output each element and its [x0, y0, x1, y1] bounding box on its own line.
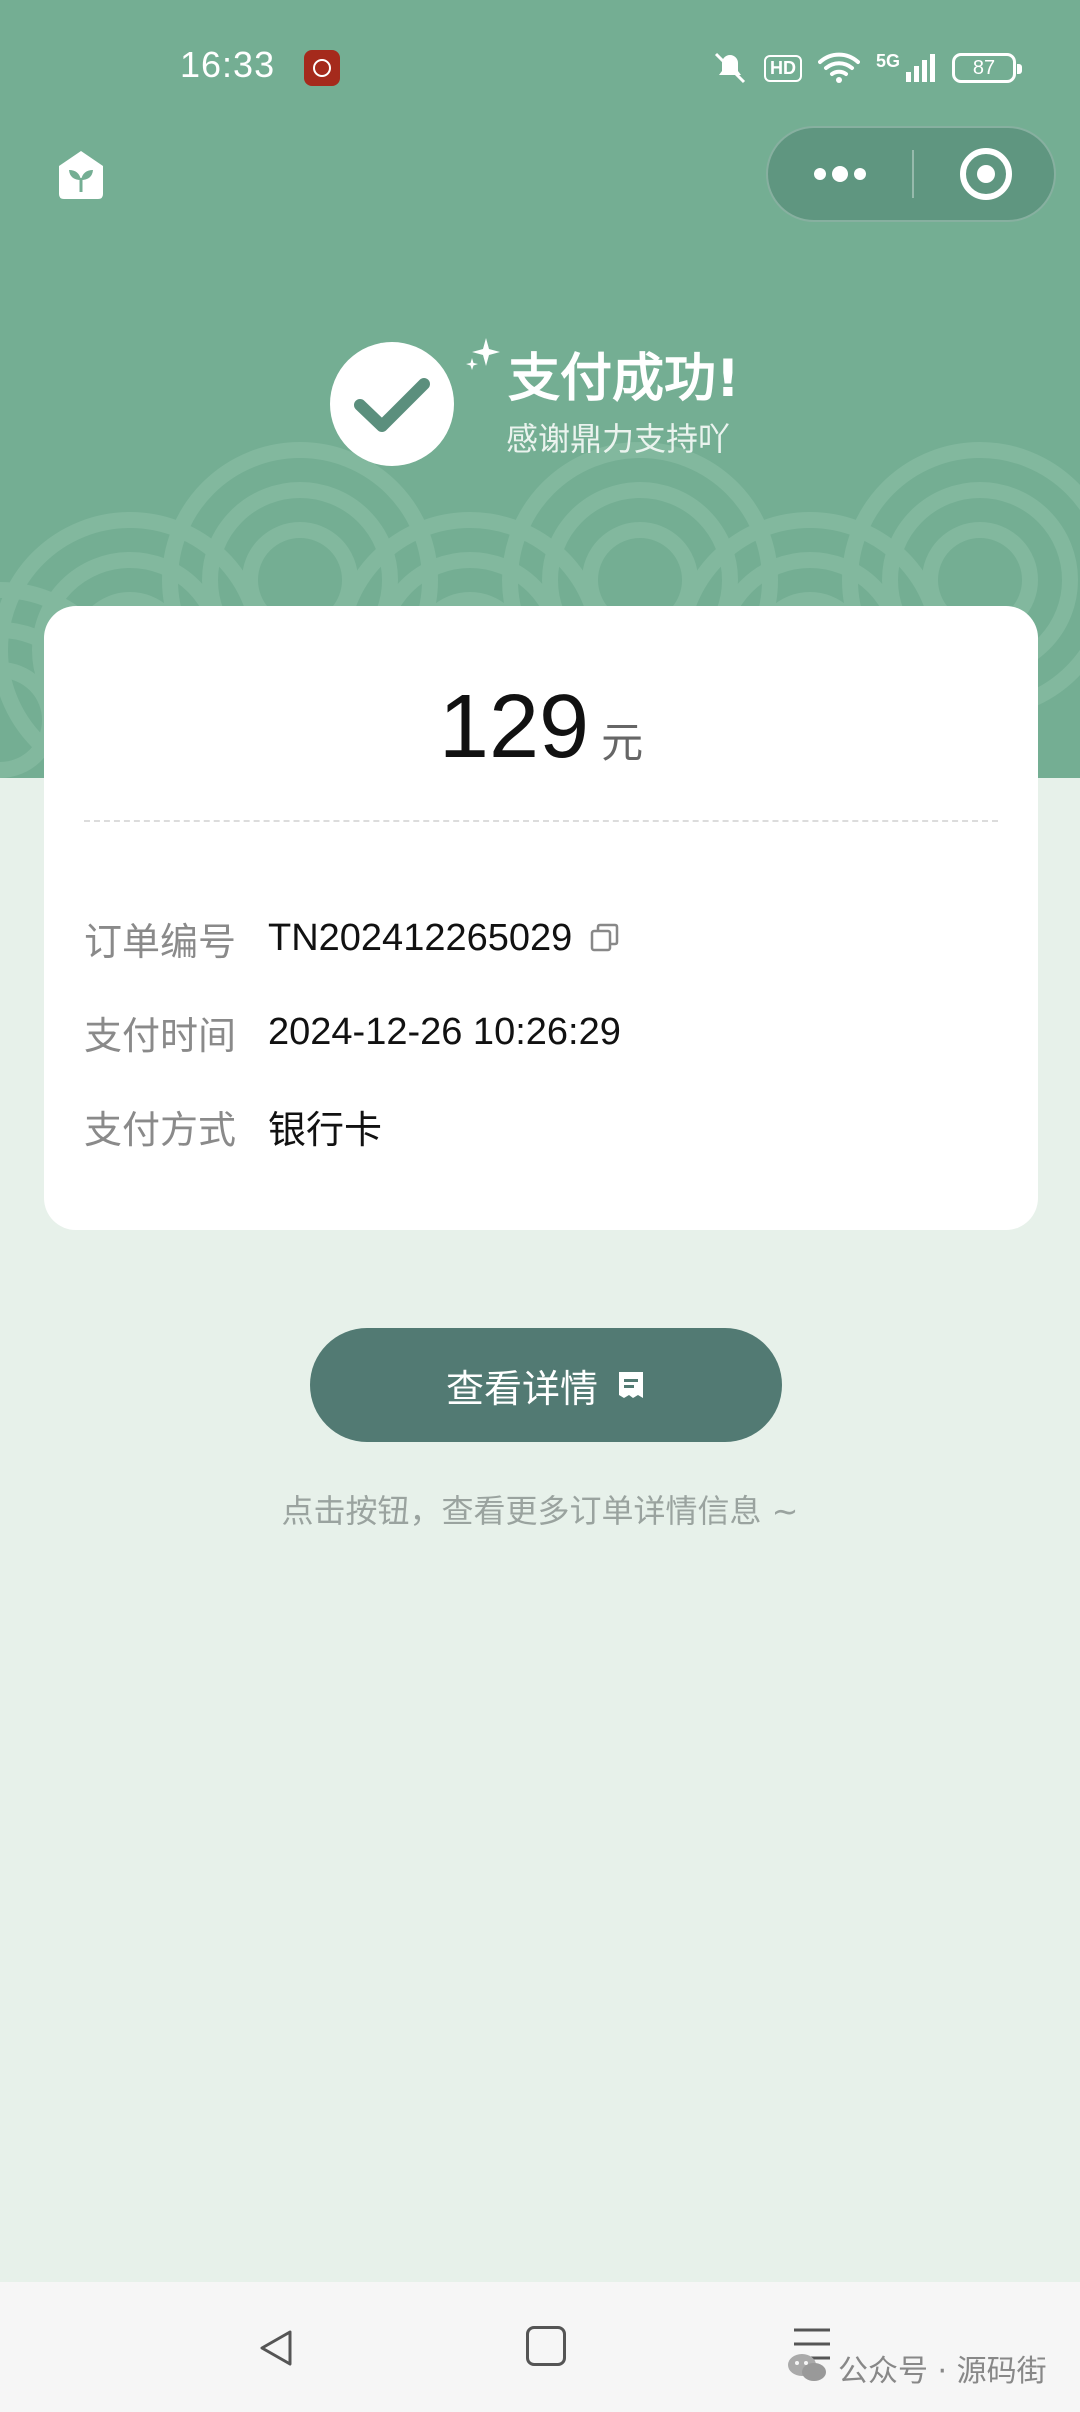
- battery-icon: 87: [952, 53, 1023, 83]
- pay-method-label: 支付方式: [84, 1107, 237, 1152]
- pay-method-value: 银行卡: [268, 1107, 383, 1152]
- status-bar: 16:33 HD 5G 87: [0, 0, 1080, 140]
- more-button[interactable]: [768, 128, 912, 220]
- home-icon[interactable]: [56, 148, 106, 202]
- copy-icon[interactable]: [588, 922, 620, 954]
- card-divider: [84, 820, 998, 822]
- app-notification-icon: [304, 50, 340, 86]
- close-button[interactable]: [914, 128, 1058, 220]
- back-icon[interactable]: [254, 2326, 298, 2370]
- order-number-label: 订单编号: [84, 919, 237, 964]
- success-badge: [330, 342, 454, 466]
- signal-icon: [906, 54, 936, 82]
- details-hint: 点击按钮，查看更多订单详情信息 ~: [281, 1492, 799, 1530]
- pay-method-row: 支付方式 银行卡: [84, 1096, 382, 1156]
- home-square-icon[interactable]: [526, 2326, 566, 2366]
- amount-value: 129: [438, 677, 590, 777]
- amount-currency: 元: [601, 718, 644, 767]
- receipt-icon: [619, 1372, 643, 1398]
- sparkle-icon: [466, 338, 500, 370]
- order-number-value: TN202412265029: [268, 916, 573, 959]
- status-time: 16:33: [180, 44, 276, 85]
- view-details-button[interactable]: 查看详情: [310, 1328, 782, 1442]
- mini-program-capsule: [766, 126, 1056, 222]
- more-dots-icon: [814, 166, 866, 182]
- check-icon: [354, 378, 430, 432]
- wifi-icon: [818, 52, 860, 83]
- success-subtitle: 感谢鼎力支持吖: [506, 420, 731, 458]
- wechat-icon: [788, 2354, 826, 2381]
- watermark: 公众号 · 源码街: [786, 2346, 1047, 2390]
- watermark-text: 公众号 · 源码街: [838, 2354, 1047, 2389]
- mute-icon: [714, 52, 746, 84]
- view-details-label: 查看详情: [445, 1366, 598, 1411]
- pay-time-value: 2024-12-26 10:26:29: [268, 1010, 621, 1053]
- success-title: 支付成功!: [508, 349, 740, 409]
- hd-badge: HD: [764, 54, 802, 82]
- status-icons: HD 5G 87: [712, 46, 1023, 90]
- payment-card: 129 元 订单编号 TN202412265029 支付时间 2024-12-26…: [44, 606, 1038, 1230]
- amount-row: 129 元: [44, 676, 1038, 779]
- pay-time-label: 支付时间: [84, 1013, 237, 1058]
- pay-time-row: 支付时间 2024-12-26 10:26:29: [84, 1002, 621, 1062]
- close-mini-icon: [960, 148, 1012, 200]
- order-number-row: 订单编号 TN202412265029: [84, 908, 620, 968]
- network-type: 5G: [876, 50, 901, 71]
